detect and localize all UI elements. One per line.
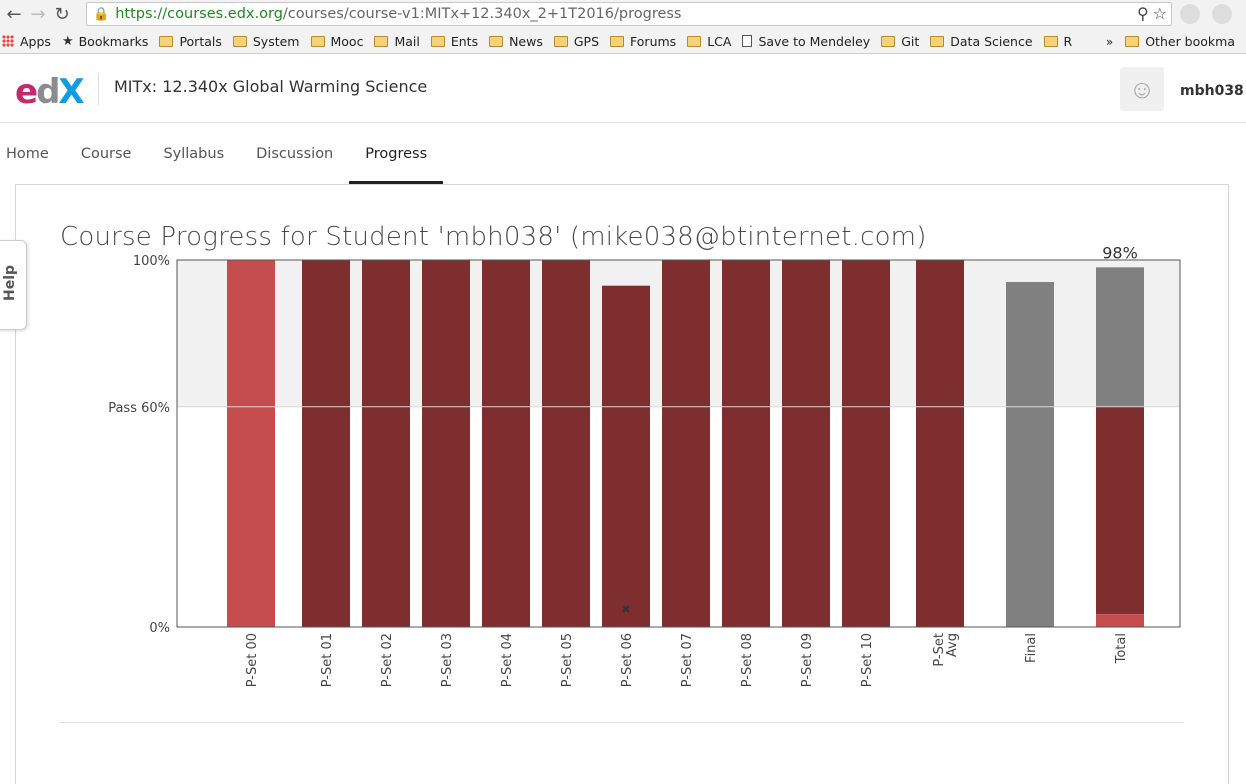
x-tick-label: Total bbox=[1114, 633, 1129, 664]
x-tick-label: P-Set 10 bbox=[860, 633, 875, 687]
bar-p-set-04 bbox=[482, 260, 530, 627]
bar-p-set-08 bbox=[722, 260, 770, 627]
bar-final bbox=[1006, 282, 1054, 627]
x-tick-label-group: P-Set 10 bbox=[860, 633, 875, 687]
bar-p-set-07 bbox=[662, 260, 710, 627]
bar-p-set-09 bbox=[782, 260, 830, 627]
bar-p-set-01 bbox=[302, 260, 350, 627]
x-tick-label-group: P-Set 01 bbox=[320, 633, 335, 687]
x-tick-label: P-Set 03 bbox=[440, 633, 455, 687]
bar-p-set-00 bbox=[227, 260, 275, 627]
x-tick-label: P-Set 02 bbox=[380, 633, 395, 687]
x-tick-label: P-Set 09 bbox=[800, 633, 815, 687]
x-tick-label-group: P-Set 08 bbox=[740, 633, 755, 687]
x-tick-label-group: P-Set 03 bbox=[440, 633, 455, 687]
x-tick-label-group: P-SetAvg bbox=[932, 633, 960, 667]
x-tick-label-group: P-Set 06 bbox=[620, 633, 635, 687]
bar-p-set-05 bbox=[542, 260, 590, 627]
y-tick-label: Pass 60% bbox=[108, 401, 170, 416]
bar-p-set-avg bbox=[916, 260, 964, 627]
x-tick-label-group: P-Set 04 bbox=[500, 633, 515, 687]
bar-total-final bbox=[1096, 267, 1144, 407]
x-tick-label-group: Total bbox=[1114, 633, 1129, 664]
bar-p-set-03 bbox=[422, 260, 470, 627]
x-tick-label: P-Set 05 bbox=[560, 633, 575, 687]
x-tick-label: Final bbox=[1024, 633, 1039, 663]
x-tick-label: P-Set 04 bbox=[500, 633, 515, 687]
total-value-label: 98% bbox=[1102, 243, 1138, 262]
x-tick-label-group: P-Set 02 bbox=[380, 633, 395, 687]
y-tick-label: 100% bbox=[133, 254, 170, 269]
progress-chart: 0% Pass 60% 100% P-Set 00 P-Set 01 P-Set 02 P-… bbox=[108, 243, 1181, 687]
x-tick-label-group: P-Set 07 bbox=[680, 633, 695, 687]
y-tick-label: 0% bbox=[149, 621, 170, 636]
x-tick-label-group: P-Set 00 bbox=[245, 633, 260, 687]
bar-total-highlight bbox=[1096, 614, 1144, 627]
x-tick-label: P-Set 00 bbox=[245, 633, 260, 687]
x-tick-label: P-Set 06 bbox=[620, 633, 635, 687]
x-tick-label: P-Set 07 bbox=[680, 633, 695, 687]
x-tick-label-group: P-Set 05 bbox=[560, 633, 575, 687]
divider bbox=[60, 722, 1184, 723]
x-tick-label: P-Set 08 bbox=[740, 633, 755, 687]
bar-p-set-06 bbox=[602, 285, 650, 627]
x-tick-label: P-Set 01 bbox=[320, 633, 335, 687]
bar-p-set-02 bbox=[362, 260, 410, 627]
x-tick-label-group: Final bbox=[1024, 633, 1039, 663]
bar-p-set-10 bbox=[842, 260, 890, 627]
x-tick-label: Avg bbox=[945, 633, 960, 657]
x-tick-label-group: P-Set 09 bbox=[800, 633, 815, 687]
bar-total-assignments bbox=[1096, 406, 1144, 615]
dropped-score-marker: ✖ bbox=[621, 603, 630, 616]
